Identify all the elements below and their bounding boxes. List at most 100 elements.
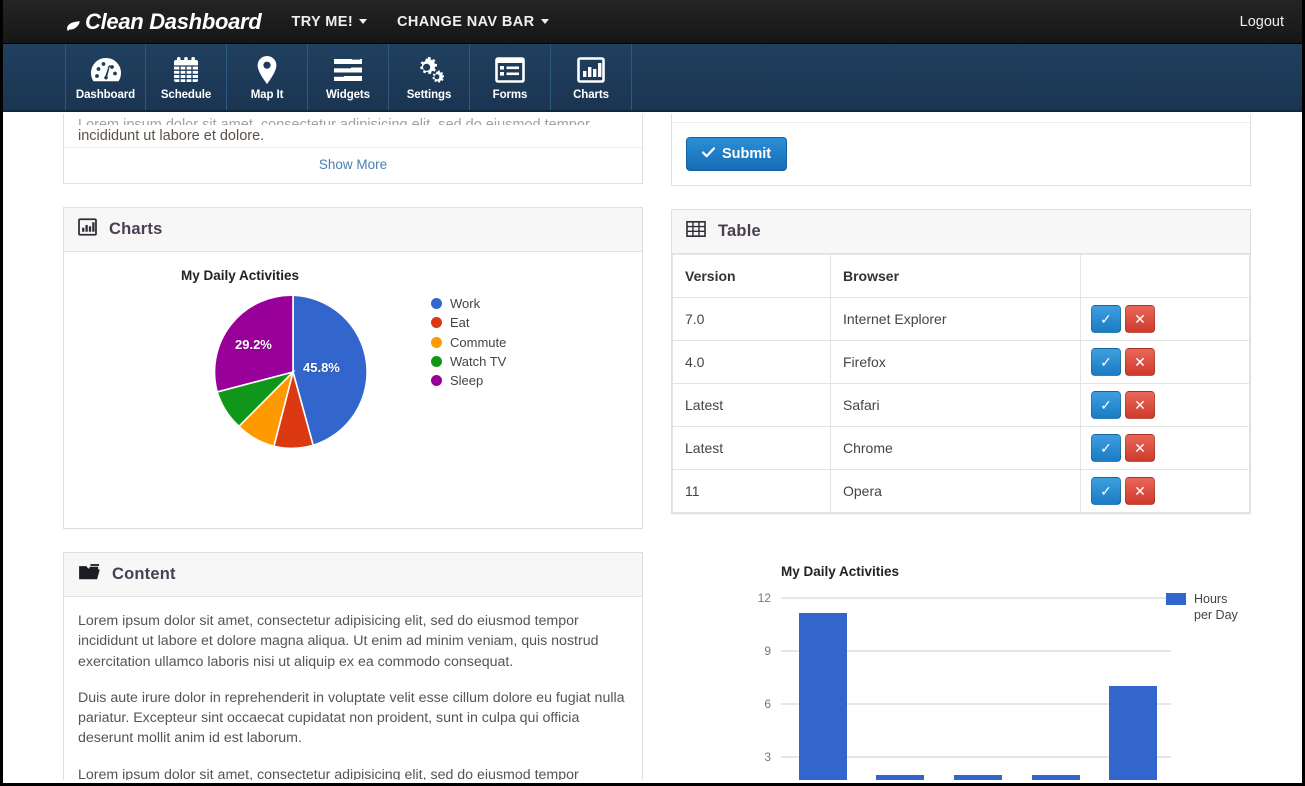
legend-label-line1: Hours <box>1194 591 1238 607</box>
legend-label-commute: Commute <box>450 333 506 352</box>
legend-item-watch-tv[interactable]: Watch TV <box>431 352 506 371</box>
nav-item-dashboard-label: Dashboard <box>76 89 135 101</box>
nav-item-widgets-label: Widgets <box>326 89 370 101</box>
legend-label-work: Work <box>450 294 480 313</box>
table-panel-title: Table <box>718 222 761 241</box>
logout-link[interactable]: Logout <box>1240 14 1284 30</box>
reject-button[interactable]: ✕ <box>1125 305 1155 333</box>
nav-item-schedule[interactable]: Schedule <box>146 44 227 110</box>
content-paragraph: Duis aute irure dolor in reprehenderit i… <box>78 688 628 749</box>
cell-version: 11 <box>673 470 831 513</box>
icon-navbar: Dashboard <box>3 44 1302 112</box>
table-grid-icon <box>686 220 706 243</box>
partial-panel-footer: Show More <box>64 147 642 183</box>
legend-item-sleep[interactable]: Sleep <box>431 371 506 390</box>
check-icon <box>702 146 715 162</box>
pie-chart[interactable]: My Daily Activities <box>78 265 628 515</box>
bar-chart-title: My Daily Activities <box>781 564 899 579</box>
gears-icon <box>414 53 444 87</box>
table-row[interactable]: 7.0 Internet Explorer ✓✕ <box>673 298 1250 341</box>
bar-chart-icon <box>577 53 605 87</box>
brand-text: Clean Dashboard <box>85 9 261 35</box>
table-row[interactable]: Latest Safari ✓✕ <box>673 384 1250 427</box>
form-panel-footer: Submit <box>672 122 1250 185</box>
sliders-icon <box>333 53 363 87</box>
cell-actions: ✓✕ <box>1081 427 1250 470</box>
bar-chart-legend[interactable]: Hours per Day <box>1166 591 1238 623</box>
legend-dot-commute <box>431 337 442 348</box>
nav-item-widgets[interactable]: Widgets <box>308 44 389 110</box>
reject-button[interactable]: ✕ <box>1125 391 1155 419</box>
nav-item-settings[interactable]: Settings <box>389 44 470 110</box>
content-panel-body: Lorem ipsum dolor sit amet, consectetur … <box>64 597 642 780</box>
submit-button[interactable]: Submit <box>686 137 787 171</box>
approve-button[interactable]: ✓ <box>1091 348 1121 376</box>
svg-text:3: 3 <box>764 750 771 764</box>
nav-item-map-it[interactable]: Map It <box>227 44 308 110</box>
nav-item-forms[interactable]: Forms <box>470 44 551 110</box>
reject-button[interactable]: ✕ <box>1125 434 1155 462</box>
nav-item-map-it-label: Map It <box>251 89 284 101</box>
nav-item-schedule-label: Schedule <box>161 89 211 101</box>
cell-actions: ✓✕ <box>1081 384 1250 427</box>
page-content: Lorem ipsum dolor sit amet, consectetur … <box>6 114 1299 780</box>
charts-panel-body: My Daily Activities <box>64 252 642 528</box>
menu-try-me[interactable]: TRY ME! <box>291 14 367 30</box>
reject-button[interactable]: ✕ <box>1125 477 1155 505</box>
approve-button[interactable]: ✓ <box>1091 305 1121 333</box>
table-panel-header: Table <box>672 210 1250 254</box>
table-row[interactable]: 4.0 Firefox ✓✕ <box>673 341 1250 384</box>
nav-item-charts-label: Charts <box>573 89 609 101</box>
partial-panel-clipped-line: Lorem ipsum dolor sit amet, consectetur … <box>78 114 628 125</box>
right-column: Submit <box>671 114 1251 780</box>
svg-text:6: 6 <box>764 697 771 711</box>
approve-button[interactable]: ✓ <box>1091 477 1121 505</box>
cell-browser: Opera <box>831 470 1081 513</box>
menu-change-nav-bar-label: CHANGE NAV BAR <box>397 14 534 30</box>
nav-item-dashboard[interactable]: Dashboard <box>65 44 146 110</box>
browser-window: Clean Dashboard TRY ME! CHANGE NAV BAR L… <box>0 0 1305 786</box>
bar-chart-svg: 12 9 6 3 <box>671 537 1251 780</box>
cell-version: 4.0 <box>673 341 831 384</box>
reject-button[interactable]: ✕ <box>1125 348 1155 376</box>
legend-dot-work <box>431 298 442 309</box>
bar-chart[interactable]: My Daily Activities 12 9 6 3 <box>671 537 1251 780</box>
legend-label-sleep: Sleep <box>450 371 483 390</box>
legend-item-commute[interactable]: Commute <box>431 333 506 352</box>
menu-try-me-label: TRY ME! <box>291 14 353 30</box>
legend-dot-eat <box>431 317 442 328</box>
table-row[interactable]: 11 Opera ✓✕ <box>673 470 1250 513</box>
cell-actions: ✓✕ <box>1081 298 1250 341</box>
charts-panel: Charts My Daily Activities <box>63 207 643 529</box>
pie-chart-title: My Daily Activities <box>181 268 299 283</box>
approve-button[interactable]: ✓ <box>1091 434 1121 462</box>
content-paragraph: Lorem ipsum dolor sit amet, consectetur … <box>78 611 628 672</box>
menu-change-nav-bar[interactable]: CHANGE NAV BAR <box>397 14 548 30</box>
legend-item-eat[interactable]: Eat <box>431 313 506 332</box>
table-row[interactable]: Latest Chrome ✓✕ <box>673 427 1250 470</box>
table-header: Version Browser <box>673 255 1250 298</box>
nav-item-forms-label: Forms <box>493 89 528 101</box>
leaf-icon <box>65 15 82 31</box>
top-navbar: Clean Dashboard TRY ME! CHANGE NAV BAR L… <box>3 0 1302 44</box>
charts-panel-header: Charts <box>64 208 642 252</box>
pie-slice-label-sleep: 29.2% <box>235 337 272 352</box>
cell-version: 7.0 <box>673 298 831 341</box>
list-form-icon <box>495 53 525 87</box>
chevron-down-icon <box>541 19 549 24</box>
svg-text:12: 12 <box>758 591 772 605</box>
brand-logo[interactable]: Clean Dashboard <box>65 9 261 35</box>
form-panel-partial: Submit <box>671 114 1251 186</box>
pie-chart-svg: 45.8% 29.2% <box>213 292 373 457</box>
table-panel: Table Version Browser 7.0 Internet Expl <box>671 209 1251 514</box>
nav-item-charts[interactable]: Charts <box>551 44 632 110</box>
cell-actions: ✓✕ <box>1081 470 1250 513</box>
show-more-link[interactable]: Show More <box>319 157 387 172</box>
content-paragraph: Lorem ipsum dolor sit amet, consectetur … <box>78 765 628 780</box>
legend-item-work[interactable]: Work <box>431 294 506 313</box>
chevron-down-icon <box>359 19 367 24</box>
table-header-row: Version Browser <box>673 255 1250 298</box>
approve-button[interactable]: ✓ <box>1091 391 1121 419</box>
table-body: 7.0 Internet Explorer ✓✕ 4.0 Firefox ✓✕ <box>673 298 1250 513</box>
content-panel: Content Lorem ipsum dolor sit amet, cons… <box>63 552 643 780</box>
